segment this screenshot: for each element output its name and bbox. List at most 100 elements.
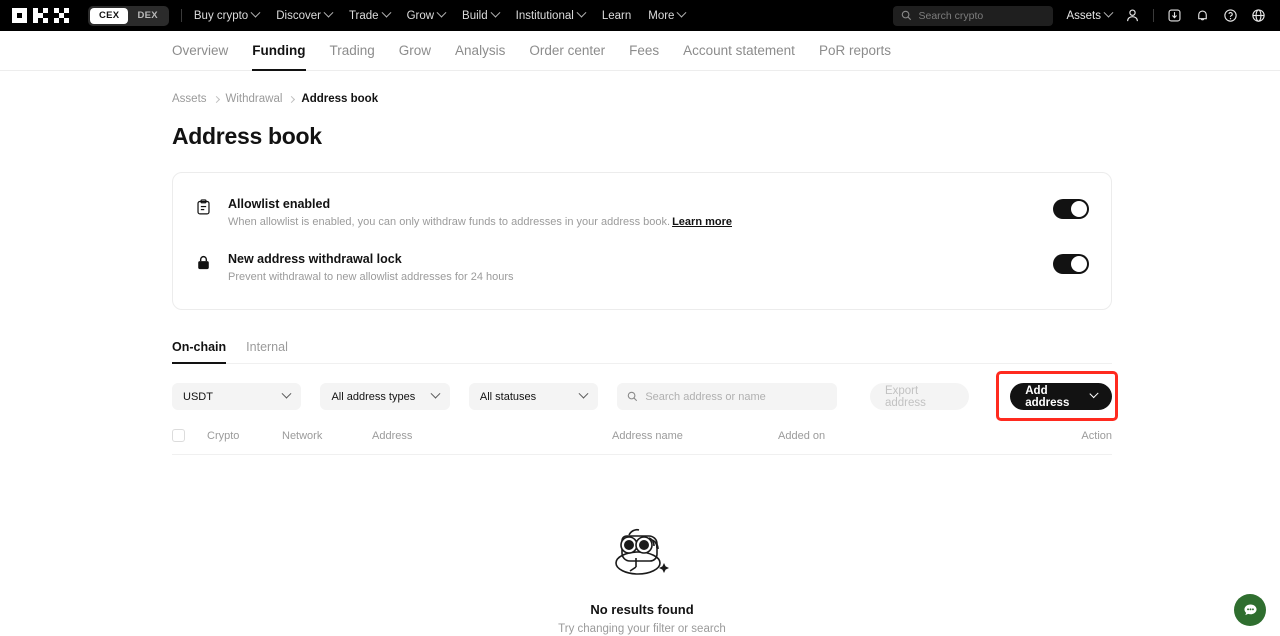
tab-internal[interactable]: Internal bbox=[246, 340, 288, 363]
add-address-label: Add address bbox=[1025, 385, 1084, 409]
topbar-divider-right bbox=[1153, 9, 1154, 22]
address-search-placeholder: Search address or name bbox=[645, 391, 765, 403]
subnav-item-analysis[interactable]: Analysis bbox=[455, 31, 505, 70]
subnav-item-fees[interactable]: Fees bbox=[629, 31, 659, 70]
nav-label: More bbox=[648, 10, 674, 22]
allowlist-setting-description: When allowlist is enabled, you can only … bbox=[228, 216, 1038, 228]
okx-logo[interactable] bbox=[12, 8, 74, 23]
allowlist-description-text: When allowlist is enabled, you can only … bbox=[228, 216, 670, 228]
account-subnav: Overview Funding Trading Grow Analysis O… bbox=[0, 31, 1280, 71]
allowlist-toggle[interactable] bbox=[1053, 199, 1089, 219]
chevron-down-icon bbox=[430, 389, 440, 399]
chevron-down-icon bbox=[1089, 389, 1098, 398]
chevron-down-icon bbox=[576, 8, 586, 18]
add-address-button[interactable]: Add address bbox=[1010, 383, 1112, 410]
allowlist-setting-title: Allowlist enabled bbox=[228, 197, 1038, 211]
address-search-input[interactable]: Search address or name bbox=[617, 383, 837, 410]
nav-item-trade[interactable]: Trade bbox=[349, 10, 390, 22]
search-icon bbox=[901, 10, 912, 21]
cex-dex-toggle[interactable]: CEX DEX bbox=[88, 6, 169, 26]
lock-icon bbox=[195, 252, 213, 276]
subnav-item-funding[interactable]: Funding bbox=[252, 31, 305, 70]
breadcrumb-item-withdrawal[interactable]: Withdrawal bbox=[226, 93, 283, 105]
chevron-down-icon bbox=[323, 8, 333, 18]
globe-icon[interactable] bbox=[1251, 8, 1266, 23]
settings-card: Allowlist enabled When allowlist is enab… bbox=[172, 172, 1112, 310]
subnav-item-por-reports[interactable]: PoR reports bbox=[819, 31, 891, 70]
chevron-down-icon bbox=[490, 8, 500, 18]
filters-row: USDT All address types All statuses Sear… bbox=[172, 383, 1112, 410]
select-all-checkbox[interactable] bbox=[172, 429, 185, 442]
help-icon[interactable] bbox=[1223, 8, 1238, 23]
address-book-tabs: On-chain Internal bbox=[172, 340, 1112, 364]
nav-label: Discover bbox=[276, 10, 321, 22]
nav-item-discover[interactable]: Discover bbox=[276, 10, 332, 22]
empty-state-subtitle: Try changing your filter or search bbox=[558, 623, 726, 635]
subnav-item-grow[interactable]: Grow bbox=[399, 31, 431, 70]
chat-bubble-icon bbox=[1242, 602, 1259, 619]
address-table-header: Crypto Network Address Address name Adde… bbox=[172, 429, 1112, 455]
subnav-item-trading[interactable]: Trading bbox=[330, 31, 375, 70]
global-search-input[interactable]: Search crypto bbox=[893, 6, 1053, 26]
chat-support-button[interactable] bbox=[1234, 594, 1266, 626]
nav-item-build[interactable]: Build bbox=[462, 10, 499, 22]
binoculars-mascot-illustration bbox=[608, 515, 676, 582]
nav-item-more[interactable]: More bbox=[648, 10, 685, 22]
tab-on-chain[interactable]: On-chain bbox=[172, 340, 226, 363]
withdrawal-lock-title: New address withdrawal lock bbox=[228, 252, 1038, 266]
status-select[interactable]: All statuses bbox=[469, 383, 598, 410]
download-icon[interactable] bbox=[1167, 8, 1182, 23]
nav-label: Trade bbox=[349, 10, 379, 22]
clipboard-icon bbox=[195, 197, 213, 221]
toggle-knob bbox=[1071, 201, 1087, 217]
withdrawal-lock-description: Prevent withdrawal to new allowlist addr… bbox=[228, 271, 1038, 283]
address-type-select-value: All address types bbox=[331, 391, 415, 403]
chevron-right-icon bbox=[288, 95, 295, 102]
export-address-button[interactable]: Export address bbox=[870, 383, 969, 410]
subnav-item-overview[interactable]: Overview bbox=[172, 31, 228, 70]
chevron-down-icon bbox=[1104, 8, 1114, 18]
assets-menu[interactable]: Assets bbox=[1066, 10, 1112, 22]
column-header-crypto: Crypto bbox=[207, 430, 282, 442]
user-icon[interactable] bbox=[1125, 8, 1140, 23]
top-navigation-bar: CEX DEX Buy crypto Discover Trade Grow B… bbox=[0, 0, 1280, 31]
withdrawal-lock-toggle[interactable] bbox=[1053, 254, 1089, 274]
chevron-right-icon bbox=[212, 95, 219, 102]
chevron-down-icon bbox=[381, 8, 391, 18]
column-header-address-name: Address name bbox=[612, 430, 778, 442]
bell-icon[interactable] bbox=[1195, 8, 1210, 23]
nav-item-buy-crypto[interactable]: Buy crypto bbox=[194, 10, 259, 22]
chevron-down-icon bbox=[579, 389, 589, 399]
learn-more-link[interactable]: Learn more bbox=[672, 216, 732, 228]
dex-tab[interactable]: DEX bbox=[128, 8, 166, 24]
nav-item-learn[interactable]: Learn bbox=[602, 10, 631, 22]
breadcrumb-item-address-book: Address book bbox=[301, 93, 378, 105]
status-select-value: All statuses bbox=[480, 391, 536, 403]
crypto-select-value: USDT bbox=[183, 391, 213, 403]
assets-menu-label: Assets bbox=[1066, 10, 1101, 22]
nav-label: Institutional bbox=[516, 10, 574, 22]
cex-tab[interactable]: CEX bbox=[90, 8, 128, 24]
crypto-select[interactable]: USDT bbox=[172, 383, 301, 410]
address-type-select[interactable]: All address types bbox=[320, 383, 449, 410]
primary-nav: Buy crypto Discover Trade Grow Build Ins… bbox=[194, 10, 686, 22]
breadcrumb-item-assets[interactable]: Assets bbox=[172, 93, 207, 105]
subnav-item-account-statement[interactable]: Account statement bbox=[683, 31, 795, 70]
chevron-down-icon bbox=[251, 8, 261, 18]
subnav-item-order-center[interactable]: Order center bbox=[529, 31, 605, 70]
column-header-added-on: Added on bbox=[778, 430, 998, 442]
allowlist-setting-row: Allowlist enabled When allowlist is enab… bbox=[195, 185, 1089, 240]
withdrawal-lock-setting-text: New address withdrawal lock Prevent with… bbox=[228, 252, 1038, 283]
column-header-address: Address bbox=[372, 430, 612, 442]
nav-item-grow[interactable]: Grow bbox=[407, 10, 445, 22]
chevron-down-icon bbox=[282, 389, 292, 399]
column-header-action: Action bbox=[1081, 430, 1112, 442]
withdrawal-lock-setting-row: New address withdrawal lock Prevent with… bbox=[195, 240, 1089, 295]
allowlist-setting-text: Allowlist enabled When allowlist is enab… bbox=[228, 197, 1038, 228]
empty-state-title: No results found bbox=[590, 602, 693, 617]
toggle-knob bbox=[1071, 256, 1087, 272]
chevron-down-icon bbox=[437, 8, 447, 18]
page-title: Address book bbox=[172, 123, 1120, 150]
nav-item-institutional[interactable]: Institutional bbox=[516, 10, 585, 22]
nav-label: Build bbox=[462, 10, 488, 22]
